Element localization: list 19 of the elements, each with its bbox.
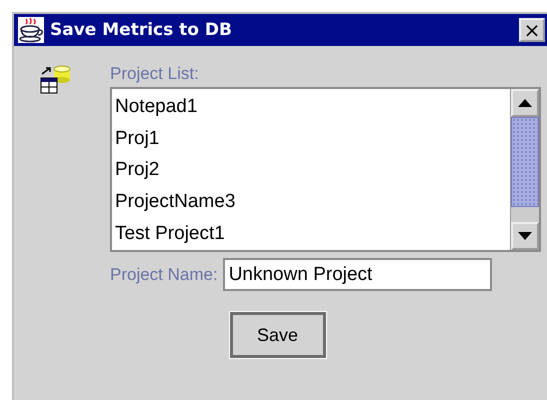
scrollbar[interactable] [510, 89, 539, 250]
project-name-label: Project Name: [110, 264, 218, 284]
list-item[interactable]: Test Project1 [112, 218, 510, 250]
close-button[interactable]: × [519, 18, 545, 42]
scroll-down-button[interactable] [511, 222, 539, 250]
save-button[interactable]: Save [230, 312, 326, 358]
project-name-field[interactable]: Unknown Project [222, 258, 492, 291]
up-arrow-icon [518, 99, 532, 107]
down-arrow-icon [518, 232, 532, 240]
database-table-icon [40, 64, 72, 94]
scroll-thumb[interactable] [511, 117, 539, 207]
project-list-label: Project List: [110, 64, 200, 84]
list-item[interactable]: Notepad1 [112, 91, 510, 123]
scroll-up-button[interactable] [511, 89, 539, 117]
list-item[interactable]: Proj2 [112, 154, 510, 186]
list-item[interactable]: ProjectName3 [112, 186, 510, 218]
window-title: Save Metrics to DB [50, 20, 233, 40]
list-item[interactable]: Proj1 [112, 122, 510, 155]
coffee-cup-icon [18, 17, 44, 43]
